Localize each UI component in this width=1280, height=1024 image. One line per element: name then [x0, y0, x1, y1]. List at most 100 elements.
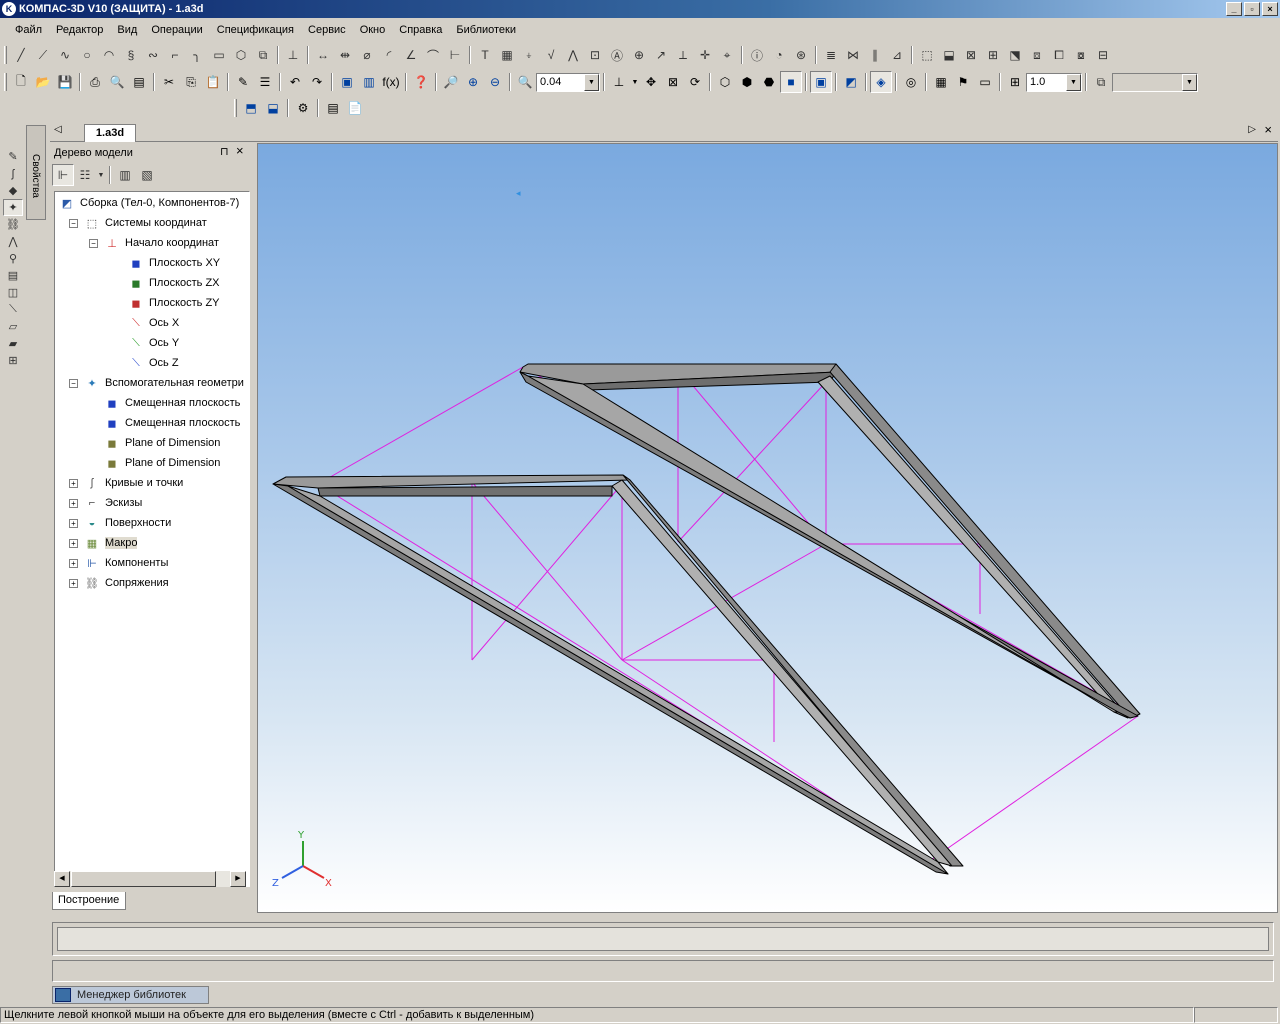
auxiliary-geometry-tool-icon[interactable]: ✦	[3, 199, 23, 216]
fillet-icon[interactable]: ╮	[186, 44, 208, 66]
measure-icon[interactable]: ◔	[768, 44, 790, 66]
hidden-lines-thin-icon[interactable]: ⬣	[758, 71, 780, 93]
chamfer-icon[interactable]: ⌐	[164, 44, 186, 66]
properties-icon[interactable]: ✎	[232, 71, 254, 93]
edit-part-icon[interactable]: ✎	[3, 148, 23, 165]
menu-window[interactable]: Окно	[353, 24, 393, 36]
menu-specification[interactable]: Спецификация	[210, 24, 301, 36]
arc-icon[interactable]: ◠	[98, 44, 120, 66]
close-button[interactable]: ×	[1262, 2, 1278, 16]
tree-item[interactable]: ⟍ Ось Z	[113, 354, 178, 372]
print-preview-icon[interactable]: 🔍	[106, 71, 128, 93]
collapse-icon[interactable]: −	[69, 218, 78, 228]
orientation-icon[interactable]: ⊥	[608, 71, 630, 93]
select-window-icon[interactable]: ⬓	[938, 44, 960, 66]
sheet-metal-icon[interactable]: ▱	[3, 318, 23, 335]
copy-icon[interactable]: ⎘	[180, 71, 202, 93]
tree-item[interactable]: ◼ Plane of Dimension	[89, 434, 220, 452]
axis-line-icon[interactable]: ✛	[694, 44, 716, 66]
symmetry-icon[interactable]: ⋈	[842, 44, 864, 66]
section-icon[interactable]: ⟂	[672, 44, 694, 66]
polyline-icon[interactable]: ⟋	[32, 44, 54, 66]
layer-select[interactable]: ▼	[1112, 72, 1198, 92]
dimension-aligned-icon[interactable]: ⇹	[334, 44, 356, 66]
dimension-linear-icon[interactable]: ⊥	[282, 44, 304, 66]
table-icon[interactable]: ▦	[496, 44, 518, 66]
expand-icon[interactable]: +	[69, 558, 78, 568]
tolerance-icon[interactable]: ⊡	[584, 44, 606, 66]
align-icon[interactable]: ≣	[820, 44, 842, 66]
deselect-icon[interactable]: ⬔	[1004, 44, 1026, 66]
zoom-scale-icon[interactable]: 🔍	[514, 71, 536, 93]
library-manager-tab[interactable]: Менеджер библиотек	[52, 986, 209, 1004]
tabs-left-icon[interactable]: ◁	[54, 124, 62, 135]
tree-item[interactable]: ◼ Смещенная плоскость	[89, 394, 240, 412]
zoom-icon[interactable]: 🔎	[440, 71, 462, 93]
toolbar-grip[interactable]	[234, 99, 237, 117]
menu-help[interactable]: Справка	[392, 24, 449, 36]
arrow-view-icon[interactable]: ↗	[650, 44, 672, 66]
tree-item[interactable]: ⟍ Ось X	[113, 314, 179, 332]
leader-icon[interactable]: ⍖	[518, 44, 540, 66]
tree-item[interactable]: + ʃ Кривые и точки	[69, 474, 183, 492]
pin-icon[interactable]: ⊓	[220, 145, 229, 158]
list-icon[interactable]: ☰	[254, 71, 276, 93]
collapse-icon[interactable]: −	[89, 238, 98, 248]
model-viewport[interactable]: ◂ Y X Z	[257, 143, 1278, 913]
section-view-icon[interactable]: ▭	[974, 71, 996, 93]
model-tree[interactable]: ◩ Сборка (Тел-0, Компонентов-7) − ⬚ Системы …	[54, 191, 250, 887]
center-mark-icon[interactable]: ⌖	[716, 44, 738, 66]
dimensions-tool-icon[interactable]: ⋀	[3, 233, 23, 250]
tree-item[interactable]: ◼ Plane of Dimension	[89, 454, 220, 472]
visibility-icon[interactable]: ◎	[900, 71, 922, 93]
copy-shape-icon[interactable]: ⧉	[252, 44, 274, 66]
undo-icon[interactable]: ↶	[284, 71, 306, 93]
dimension-radius-icon[interactable]: ◜	[378, 44, 400, 66]
restore-button[interactable]: ▫	[1244, 2, 1260, 16]
tree-structure-icon[interactable]: ⊩	[52, 164, 74, 186]
rectangle-icon[interactable]: ▭	[208, 44, 230, 66]
chevron-down-icon[interactable]: ▼	[1066, 73, 1081, 91]
tree-item[interactable]: + ▦ Макро	[69, 534, 138, 552]
expand-icon[interactable]: +	[69, 478, 78, 488]
select-layer-icon[interactable]: ⧈	[1026, 44, 1048, 66]
tree-item[interactable]: − ⬚ Системы координат	[69, 214, 207, 232]
menu-editor[interactable]: Редактор	[49, 24, 110, 36]
zoom-fit-icon[interactable]: ⊠	[662, 71, 684, 93]
line-icon[interactable]: ╱	[10, 44, 32, 66]
close-panel-icon[interactable]: ×	[236, 143, 244, 158]
menu-libraries[interactable]: Библиотеки	[449, 24, 523, 36]
tree-item[interactable]: + ⊩ Компоненты	[69, 554, 168, 572]
expand-icon[interactable]: +	[69, 518, 78, 528]
menu-view[interactable]: Вид	[110, 24, 144, 36]
report-icon[interactable]: 📄	[344, 97, 366, 119]
scroll-thumb[interactable]	[71, 871, 216, 887]
tree-item[interactable]: + ⌐ Эскизы	[69, 494, 142, 512]
surfaces-tool-icon[interactable]: ◆	[3, 182, 23, 199]
dimension-arc-icon[interactable]: ⌒	[422, 44, 444, 66]
dimension-break-icon[interactable]: ⊢	[444, 44, 466, 66]
menu-operations[interactable]: Операции	[144, 24, 209, 36]
text-icon[interactable]: T	[474, 44, 496, 66]
select-cross-icon[interactable]: ⊠	[960, 44, 982, 66]
build-tab[interactable]: Построение	[52, 892, 126, 910]
chevron-down-icon[interactable]: ▼	[584, 73, 599, 91]
collapse-icon[interactable]: −	[69, 378, 78, 388]
tree-item[interactable]: − ⊥ Начало координат	[89, 234, 219, 252]
tree-item[interactable]: ⟍ Ось Y	[113, 334, 179, 352]
mates-tool-icon[interactable]: ⛓	[3, 216, 23, 233]
bezier-icon[interactable]: ∾	[142, 44, 164, 66]
chevron-down-icon[interactable]: ▼	[630, 71, 640, 93]
tabs-right-icon[interactable]: ▷	[1248, 124, 1256, 135]
tree-rebuild-icon[interactable]: ▧	[136, 164, 158, 186]
select-prototype-icon[interactable]: ⧇	[1070, 44, 1092, 66]
tree-item[interactable]: ◼ Плоскость XY	[113, 254, 220, 272]
circle-icon[interactable]: ○	[76, 44, 98, 66]
report-tool-icon[interactable]: ◫	[3, 284, 23, 301]
tree-item[interactable]: ◼ Плоскость ZY	[113, 294, 219, 312]
expand-icon[interactable]: +	[69, 578, 78, 588]
dimension-diameter-icon[interactable]: ⌀	[356, 44, 378, 66]
expand-icon[interactable]: +	[69, 538, 78, 548]
dimension-horizontal-icon[interactable]: ↔	[312, 44, 334, 66]
grid-step-icon[interactable]: ⊞	[1004, 71, 1026, 93]
